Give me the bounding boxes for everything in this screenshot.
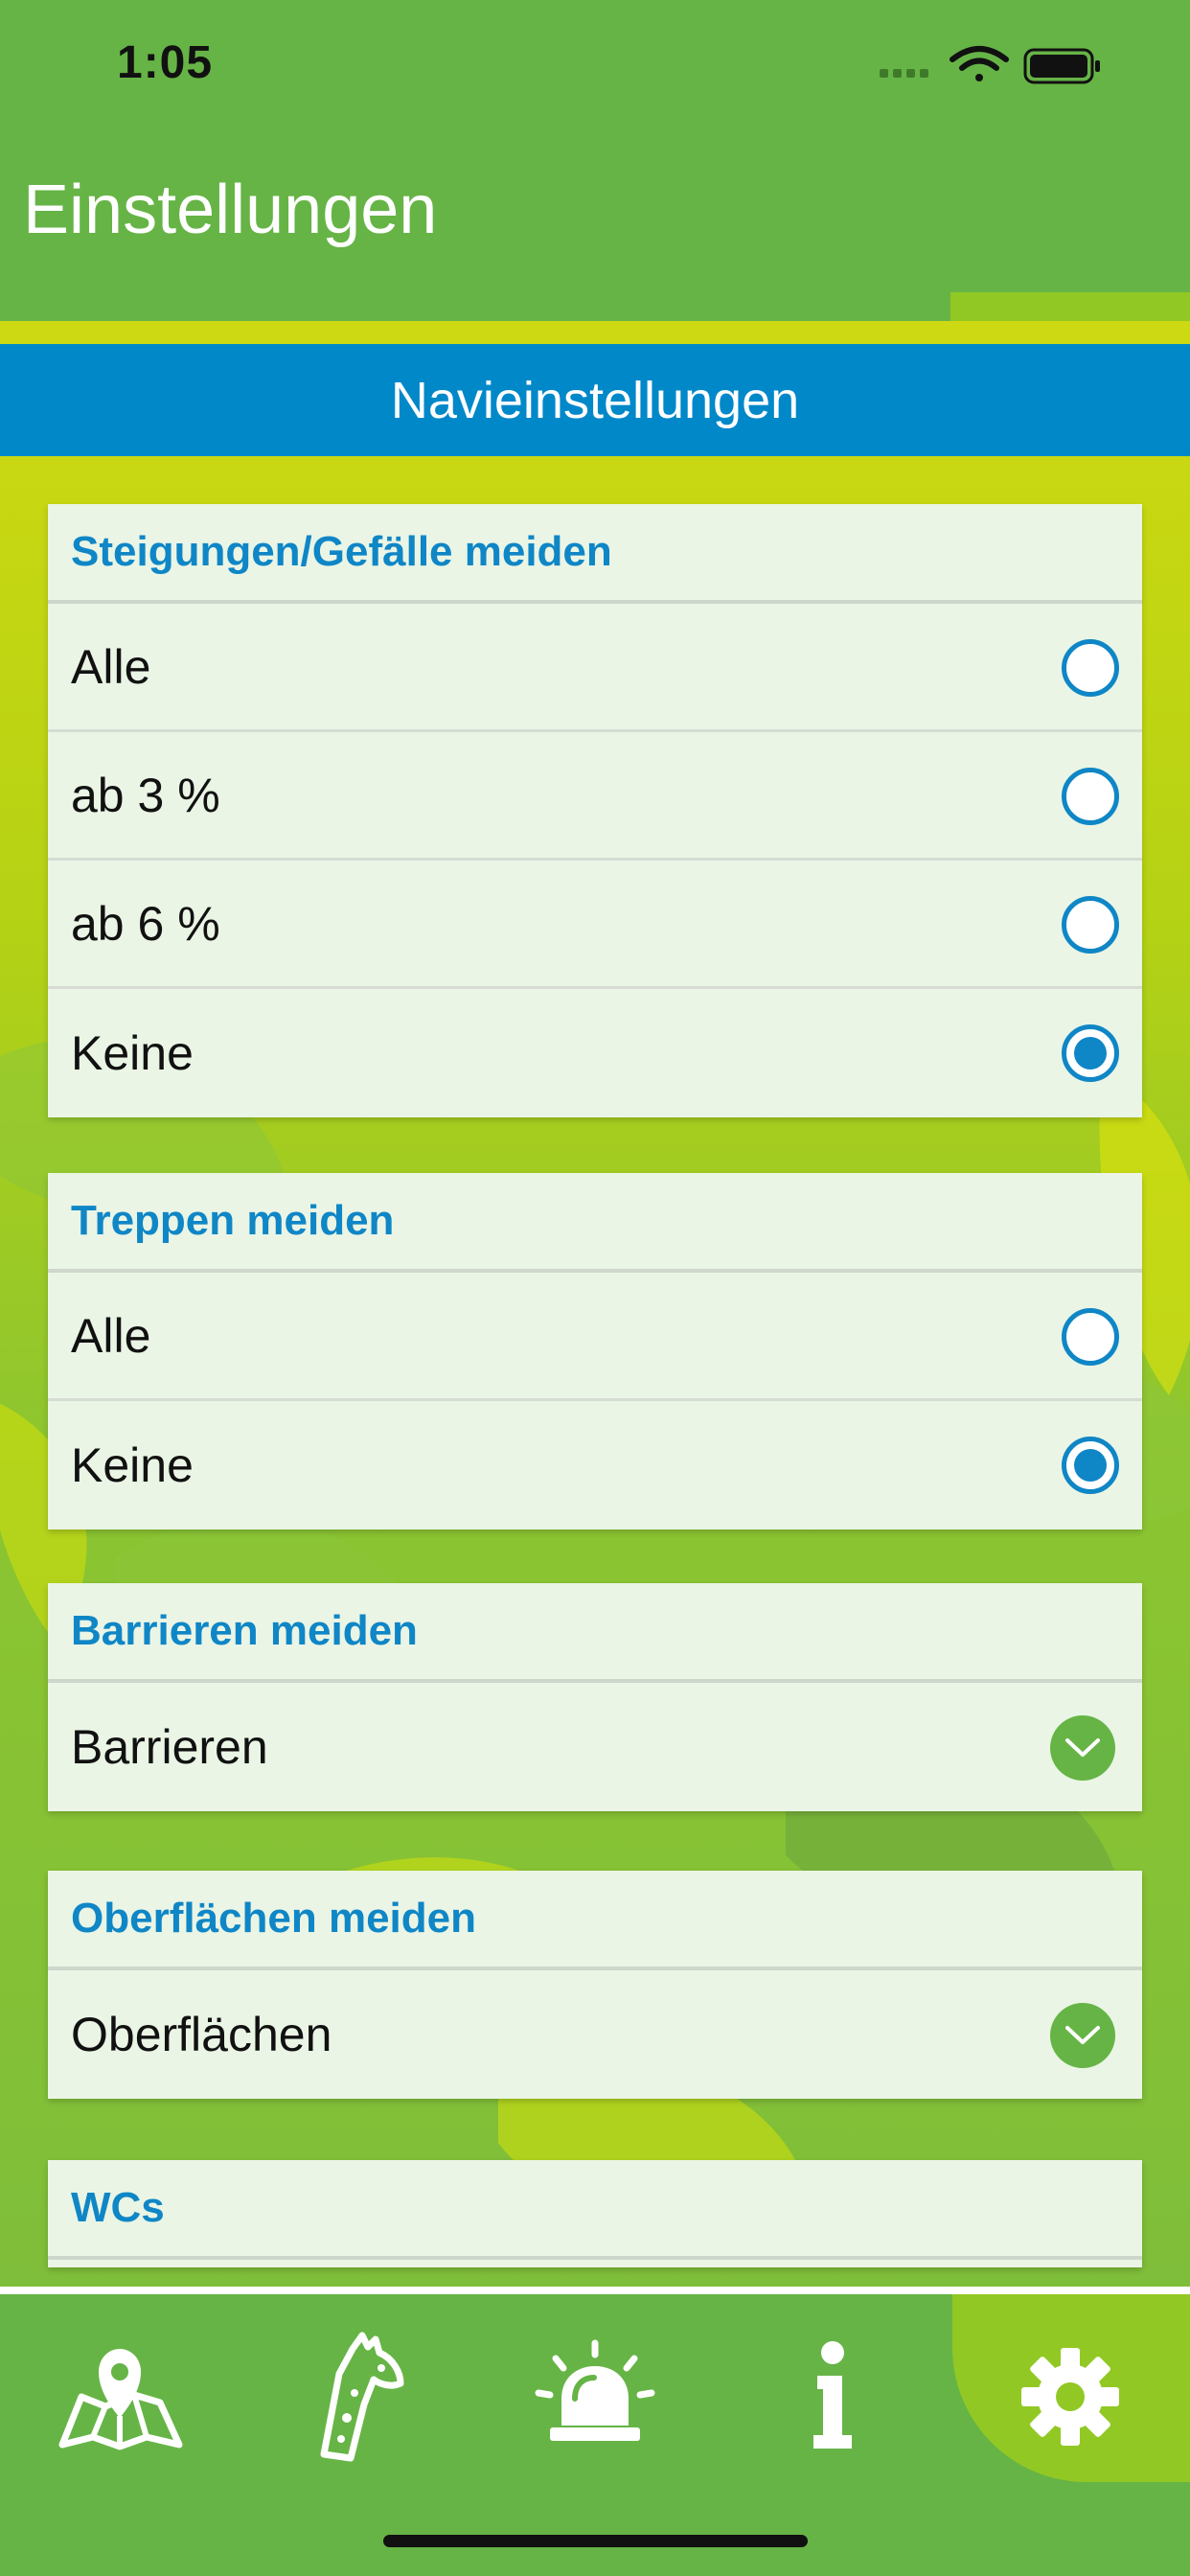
section-bar: Navieinstellungen xyxy=(0,344,1190,456)
dropdown-label: Barrieren xyxy=(71,1720,268,1774)
stairs-card: Treppen meiden Alle Keine xyxy=(48,1173,1142,1530)
card-header: Steigungen/Gefälle meiden xyxy=(48,504,1142,604)
wifi-icon xyxy=(950,46,1009,81)
slope-option-alle[interactable]: Alle xyxy=(48,604,1142,732)
header-band xyxy=(0,321,1190,344)
tab-divider xyxy=(0,2287,1190,2294)
slope-option-keine[interactable]: Keine xyxy=(48,989,1142,1117)
alarm-light-icon xyxy=(535,2339,655,2441)
option-label: ab 6 % xyxy=(71,896,220,951)
card-title: WCs xyxy=(71,2184,165,2231)
info-icon xyxy=(813,2341,852,2449)
header: Einstellungen xyxy=(0,125,1190,321)
tab-map[interactable] xyxy=(48,2315,192,2478)
barriers-card: Barrieren meiden Barrieren xyxy=(48,1583,1142,1811)
chevron-down-icon[interactable] xyxy=(1050,2003,1115,2068)
status-time: 1:05 xyxy=(117,37,214,88)
tab-settings[interactable] xyxy=(998,2315,1142,2478)
card-header: WCs xyxy=(48,2160,1142,2260)
header-accent xyxy=(950,292,1190,321)
surfaces-dropdown[interactable]: Oberflächen xyxy=(48,1970,1142,2099)
card-title: Treppen meiden xyxy=(71,1197,395,1244)
giraffe-icon xyxy=(320,2332,404,2462)
option-label: Alle xyxy=(71,639,151,694)
option-label: ab 3 % xyxy=(71,768,220,822)
signal-icon xyxy=(880,69,928,78)
map-icon xyxy=(58,2349,183,2450)
section-title: Navieinstellungen xyxy=(390,371,800,429)
card-header: Oberflächen meiden xyxy=(48,1871,1142,1970)
radio-button[interactable] xyxy=(1062,768,1119,825)
radio-button-selected[interactable] xyxy=(1062,1437,1119,1494)
option-label: Keine xyxy=(71,1438,194,1492)
card-title: Barrieren meiden xyxy=(71,1607,418,1654)
home-indicator xyxy=(383,2535,808,2547)
wcs-card: WCs xyxy=(48,2160,1142,2267)
stairs-option-alle[interactable]: Alle xyxy=(48,1273,1142,1401)
radio-button[interactable] xyxy=(1062,639,1119,697)
slope-option-6[interactable]: ab 6 % xyxy=(48,861,1142,989)
card-title: Oberflächen meiden xyxy=(71,1895,477,1942)
radio-button[interactable] xyxy=(1062,1308,1119,1366)
stairs-option-keine[interactable]: Keine xyxy=(48,1401,1142,1530)
slope-option-3[interactable]: ab 3 % xyxy=(48,732,1142,861)
card-title: Steigungen/Gefälle meiden xyxy=(71,528,612,575)
tab-emergency[interactable] xyxy=(523,2315,667,2478)
status-bar: 1:05 xyxy=(0,0,1190,125)
option-label: Alle xyxy=(71,1308,151,1363)
tab-animals[interactable] xyxy=(286,2315,429,2478)
radio-button-selected[interactable] xyxy=(1062,1024,1119,1082)
chevron-down-icon[interactable] xyxy=(1050,1715,1115,1781)
page-title: Einstellungen xyxy=(23,172,438,248)
card-header: Treppen meiden xyxy=(48,1173,1142,1273)
radio-button[interactable] xyxy=(1062,896,1119,954)
tab-bar xyxy=(0,2287,1190,2576)
gear-icon xyxy=(1021,2348,1119,2446)
card-header: Barrieren meiden xyxy=(48,1583,1142,1683)
battery-icon xyxy=(1023,48,1100,84)
status-icons xyxy=(880,46,1100,84)
surfaces-card: Oberflächen meiden Oberflächen xyxy=(48,1871,1142,2099)
tab-info[interactable] xyxy=(761,2315,904,2478)
slopes-card: Steigungen/Gefälle meiden Alle ab 3 % ab… xyxy=(48,504,1142,1117)
option-label: Keine xyxy=(71,1026,194,1080)
barriers-dropdown[interactable]: Barrieren xyxy=(48,1683,1142,1811)
dropdown-label: Oberflächen xyxy=(71,2008,332,2061)
